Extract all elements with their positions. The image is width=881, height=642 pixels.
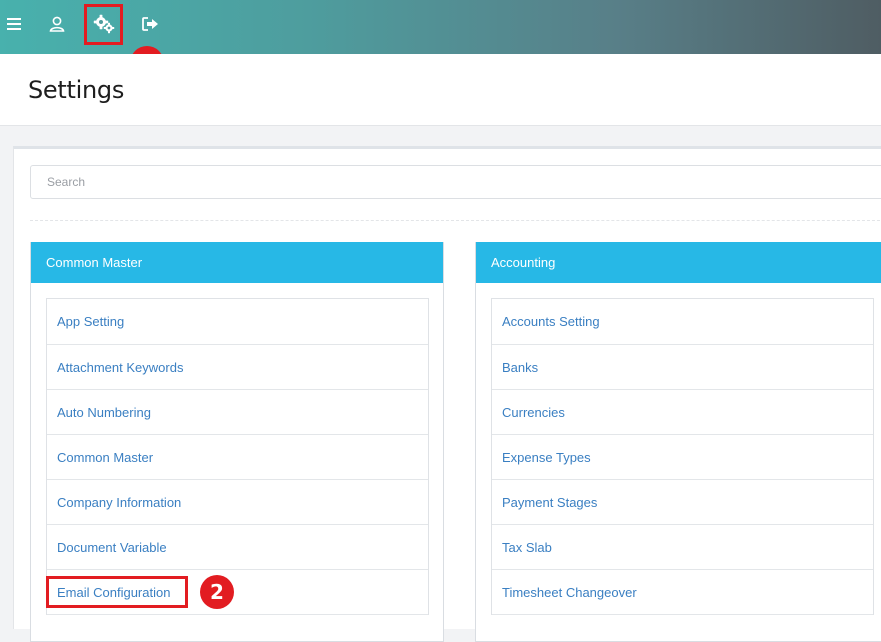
user-icon[interactable]: [46, 0, 68, 48]
settings-list: App Setting Attachment Keywords Auto Num…: [46, 298, 429, 615]
page-header: Settings: [0, 54, 881, 126]
list-item[interactable]: App Setting: [47, 299, 428, 345]
settings-highlight-box: [84, 4, 123, 45]
card-title: Common Master: [31, 242, 443, 283]
logout-icon[interactable]: [138, 0, 162, 48]
card-accounting: Accounting Accounts Setting Banks Curren…: [475, 242, 881, 642]
step-2-badge: 2: [200, 575, 234, 609]
list-item[interactable]: Currencies: [492, 390, 873, 435]
list-item[interactable]: Banks: [492, 345, 873, 390]
list-item[interactable]: Payment Stages: [492, 480, 873, 525]
list-item[interactable]: Company Information: [47, 480, 428, 525]
email-configuration-highlight-box: [46, 576, 188, 608]
search-input[interactable]: [30, 165, 881, 199]
list-item[interactable]: Attachment Keywords: [47, 345, 428, 390]
settings-content: Common Master App Setting Attachment Key…: [13, 146, 881, 642]
settings-list: Accounts Setting Banks Currencies Expens…: [491, 298, 874, 615]
list-item[interactable]: Accounts Setting: [492, 299, 873, 345]
list-item[interactable]: Document Variable: [47, 525, 428, 570]
divider: [30, 220, 881, 221]
list-item[interactable]: Tax Slab: [492, 525, 873, 570]
page-title: Settings: [28, 76, 125, 104]
card-title: Accounting: [476, 242, 881, 283]
menu-icon[interactable]: [4, 0, 24, 48]
list-item[interactable]: Timesheet Changeover: [492, 570, 873, 615]
list-item[interactable]: Common Master: [47, 435, 428, 480]
list-item[interactable]: Auto Numbering: [47, 390, 428, 435]
top-navbar: [0, 0, 881, 54]
list-item[interactable]: Expense Types: [492, 435, 873, 480]
